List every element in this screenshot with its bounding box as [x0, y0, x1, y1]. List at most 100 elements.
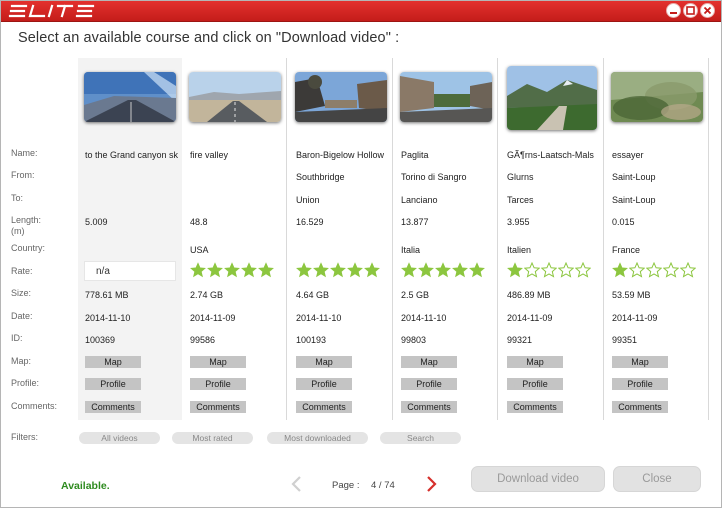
star-filled-icon[interactable] — [296, 262, 312, 278]
star-filled-icon[interactable] — [507, 262, 523, 278]
star-filled-icon[interactable] — [313, 262, 329, 278]
course-country: France — [612, 245, 641, 255]
star-empty-icon[interactable] — [558, 262, 574, 278]
label-map: Map: — [11, 356, 32, 366]
close-window-button[interactable] — [700, 3, 715, 18]
course-card[interactable]: Baron-Bigelow Hollow Southbridge Union 1… — [289, 58, 393, 420]
course-id: 100193 — [296, 335, 327, 345]
comments-button[interactable]: Comments — [612, 401, 668, 413]
rating-stars[interactable] — [612, 262, 696, 280]
map-button[interactable]: Map — [85, 356, 141, 368]
profile-button[interactable]: Profile — [401, 378, 457, 390]
star-filled-icon[interactable] — [258, 262, 274, 278]
course-size: 2.74 GB — [190, 290, 224, 300]
filter-all-videos[interactable]: All videos — [79, 432, 160, 444]
comments-button[interactable]: Comments — [507, 401, 563, 413]
profile-button[interactable]: Profile — [85, 378, 141, 390]
course-thumbnail[interactable] — [295, 72, 387, 122]
course-country: USA — [190, 245, 209, 255]
star-filled-icon[interactable] — [452, 262, 468, 278]
filter-most-downloaded[interactable]: Most downloaded — [267, 432, 368, 444]
profile-button[interactable]: Profile — [507, 378, 563, 390]
comments-button[interactable]: Comments — [296, 401, 352, 413]
course-country: Italia — [401, 245, 421, 255]
course-date: 2014-11-10 — [296, 313, 342, 323]
filter-most-rated[interactable]: Most rated — [172, 432, 253, 444]
course-date: 2014-11-09 — [507, 313, 553, 323]
course-thumbnail[interactable] — [611, 72, 703, 122]
rating-stars[interactable] — [507, 262, 591, 280]
course-name: fire valley — [190, 150, 229, 160]
star-filled-icon[interactable] — [347, 262, 363, 278]
star-empty-icon[interactable] — [629, 262, 645, 278]
page-indicator: 4 / 74 — [371, 480, 395, 491]
course-card[interactable]: fire valley 48.8 USA 2.74 GB 2014-11-09 … — [183, 58, 287, 420]
map-button[interactable]: Map — [190, 356, 246, 368]
comments-button[interactable]: Comments — [401, 401, 457, 413]
comments-button[interactable]: Comments — [85, 401, 141, 413]
star-empty-icon[interactable] — [663, 262, 679, 278]
star-filled-icon[interactable] — [364, 262, 380, 278]
course-from: Saint-Loup — [612, 172, 656, 182]
star-filled-icon[interactable] — [330, 262, 346, 278]
course-date: 2014-11-09 — [612, 313, 658, 323]
star-empty-icon[interactable] — [680, 262, 696, 278]
close-button[interactable]: Close — [613, 466, 701, 492]
star-filled-icon[interactable] — [435, 262, 451, 278]
course-size: 486.89 MB — [507, 290, 551, 300]
star-empty-icon[interactable] — [541, 262, 557, 278]
profile-button[interactable]: Profile — [612, 378, 668, 390]
star-filled-icon[interactable] — [224, 262, 240, 278]
star-filled-icon[interactable] — [612, 262, 628, 278]
download-video-button[interactable]: Download video — [471, 466, 605, 492]
course-id: 99351 — [612, 335, 638, 345]
star-empty-icon[interactable] — [646, 262, 662, 278]
course-card[interactable]: Paglita Torino di Sangro Lanciano 13.877… — [394, 58, 498, 420]
rating-na: n/a — [84, 261, 176, 281]
course-thumbnail[interactable] — [189, 72, 281, 122]
filter-search[interactable]: Search — [380, 432, 461, 444]
label-from: From: — [11, 170, 35, 180]
star-filled-icon[interactable] — [241, 262, 257, 278]
course-length: 48.8 — [190, 217, 208, 227]
rating-stars[interactable] — [296, 262, 380, 280]
map-button[interactable]: Map — [401, 356, 457, 368]
profile-button[interactable]: Profile — [190, 378, 246, 390]
course-card[interactable]: GÃ¶rns-Laatsch-Mals Glurns Tarces 3.955 … — [500, 58, 604, 420]
page-heading: Select an available course and click on … — [18, 30, 400, 46]
close-icon — [703, 6, 712, 15]
course-from: Torino di Sangro — [401, 172, 467, 182]
rating-stars[interactable] — [190, 262, 274, 280]
course-thumbnail[interactable] — [84, 72, 176, 122]
maximize-button[interactable] — [683, 3, 698, 18]
previous-page-button[interactable] — [289, 475, 303, 498]
next-page-button[interactable] — [425, 475, 439, 498]
map-button[interactable]: Map — [612, 356, 668, 368]
course-to: Lanciano — [401, 195, 438, 205]
map-button[interactable]: Map — [507, 356, 563, 368]
course-id: 99586 — [190, 335, 216, 345]
course-id: 99321 — [507, 335, 533, 345]
course-name: Baron-Bigelow Hollow — [296, 150, 385, 160]
comments-button[interactable]: Comments — [190, 401, 246, 413]
label-filters: Filters: — [11, 432, 38, 442]
minimize-button[interactable] — [666, 3, 681, 18]
rating-stars[interactable] — [401, 262, 485, 280]
star-filled-icon[interactable] — [190, 262, 206, 278]
star-filled-icon[interactable] — [207, 262, 223, 278]
course-thumbnail[interactable] — [507, 66, 597, 130]
map-button[interactable]: Map — [296, 356, 352, 368]
course-card[interactable]: to the Grand canyon sk 5.009 n/a 778.61 … — [78, 58, 182, 420]
label-profile: Profile: — [11, 378, 40, 388]
course-card[interactable]: essayer Saint-Loup Saint-Loup 0.015 Fran… — [605, 58, 709, 420]
star-empty-icon[interactable] — [575, 262, 591, 278]
star-filled-icon[interactable] — [401, 262, 417, 278]
course-id: 99803 — [401, 335, 427, 345]
course-thumbnail[interactable] — [400, 72, 492, 122]
profile-button[interactable]: Profile — [296, 378, 352, 390]
label-comments: Comments: — [11, 401, 58, 411]
label-name: Name: — [11, 148, 38, 158]
star-filled-icon[interactable] — [418, 262, 434, 278]
star-filled-icon[interactable] — [469, 262, 485, 278]
star-empty-icon[interactable] — [524, 262, 540, 278]
